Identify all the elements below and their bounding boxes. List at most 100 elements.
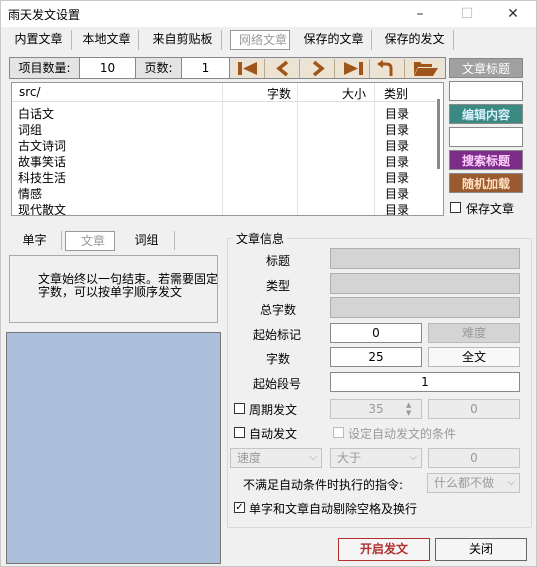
first-page-button[interactable] [231, 59, 265, 78]
prev-page-icon [276, 60, 289, 77]
tab-local[interactable]: 本地文章 [75, 30, 139, 50]
stepper-arrows-icon[interactable]: ▲ ▼ [406, 401, 411, 417]
not-met-label: 不满足自动条件时执行的指令: [243, 478, 404, 492]
auto-condition-label: 设定自动发文的条件 [348, 427, 457, 441]
list-item[interactable]: 故事笑话 目录 [12, 154, 436, 170]
tab-single-char[interactable]: 单字 [8, 231, 62, 250]
tab-article[interactable]: 文章 [65, 231, 115, 251]
item-name: 词组 [18, 123, 43, 137]
chars-label: 字数 [265, 352, 290, 366]
item-type: 目录 [385, 203, 410, 216]
start-mark-input[interactable]: 0 [330, 323, 422, 343]
back-button[interactable] [371, 59, 405, 78]
item-count-label: 项目数量: [10, 58, 80, 78]
list-item[interactable]: 科技生活 目录 [12, 170, 436, 186]
title-label: 标题 [265, 254, 290, 268]
window-title: 雨天发文设置 [8, 8, 81, 22]
start-paragraph-input[interactable]: 1 [330, 372, 520, 392]
strip-whitespace-checkbox[interactable]: ✓ [234, 502, 245, 513]
speed-select[interactable]: 速度 ⌵ [230, 448, 322, 468]
open-folder-button[interactable] [406, 59, 444, 78]
type-label: 类型 [265, 279, 290, 293]
undo-arrow-icon [377, 60, 393, 76]
next-page-button[interactable] [301, 59, 335, 78]
list-item[interactable]: 古文诗词 目录 [12, 138, 436, 154]
save-article-label: 保存文章 [466, 202, 515, 216]
condition-value-input[interactable]: 0 [428, 448, 520, 468]
auto-condition-checkbox[interactable] [333, 427, 344, 438]
close-window-button[interactable]: ✕ [490, 1, 536, 27]
minimize-button[interactable]: – [397, 1, 443, 27]
chevron-down-icon: ⌵ [507, 477, 515, 488]
item-type: 目录 [385, 171, 410, 185]
list-item[interactable]: 词组 目录 [12, 122, 436, 138]
difficulty-button[interactable]: 难度 [428, 323, 520, 343]
tab-builtin[interactable]: 内置文章 [6, 30, 72, 50]
list-item[interactable]: 情感 目录 [12, 186, 436, 202]
article-info-title: 文章信息 [233, 230, 288, 247]
chevron-down-icon: ⌵ [309, 452, 317, 463]
item-name: 情感 [18, 187, 43, 201]
item-name: 科技生活 [18, 171, 67, 185]
item-type: 目录 [385, 155, 410, 169]
close-button[interactable]: 关闭 [435, 538, 527, 561]
item-count-value: 10 [80, 58, 136, 78]
prev-page-button[interactable] [266, 59, 300, 78]
full-text-button[interactable]: 全文 [428, 347, 520, 367]
title-bar: 雨天发文设置 – ☐ ✕ [1, 1, 536, 27]
column-header-size[interactable]: 大小 [342, 85, 366, 102]
tab-saved-articles[interactable]: 保存的文章 [296, 30, 372, 50]
auto-label: 自动发文 [249, 427, 298, 441]
tab-clipboard[interactable]: 来自剪贴板 [144, 30, 222, 50]
speed-select-value: 速度 [237, 451, 262, 465]
chevron-down-icon: ⌵ [409, 452, 417, 463]
item-type: 目录 [385, 123, 410, 137]
message-text: 文章始终以一句结束。若需要固定字数，可以按单字顺序发文 [38, 272, 219, 299]
last-page-button[interactable] [336, 59, 370, 78]
chars-input[interactable]: 25 [330, 347, 422, 367]
tab-network[interactable]: 网络文章 [230, 30, 290, 50]
fallback-action-select[interactable]: 什么都不做 ⌵ [427, 473, 520, 493]
total-chars-field [330, 297, 520, 318]
edit-content-button[interactable]: 编辑内容 [449, 104, 523, 124]
save-article-checkbox[interactable] [450, 202, 461, 213]
periodic-checkbox[interactable] [234, 403, 245, 414]
title-field [330, 248, 520, 269]
maximize-button[interactable]: ☐ [444, 1, 490, 27]
fallback-action-value: 什么都不做 [434, 476, 495, 490]
item-type: 目录 [385, 139, 410, 153]
auto-checkbox[interactable] [234, 427, 245, 438]
start-mark-label: 起始标记 [252, 328, 301, 342]
list-item[interactable]: 白话文 目录 [12, 106, 436, 122]
list-item[interactable]: 现代散文 目录 [12, 202, 436, 216]
item-name: 故事笑话 [18, 155, 67, 169]
start-paragraph-label: 起始段号 [252, 377, 301, 391]
strip-whitespace-label: 单字和文章自动剔除空格及换行 [249, 502, 418, 516]
item-type: 目录 [385, 107, 410, 121]
title-input[interactable] [449, 81, 523, 101]
list-scrollbar[interactable] [437, 99, 440, 169]
total-chars-label: 总字数 [259, 303, 296, 317]
pages-label: 页数: [136, 58, 182, 78]
preview-area [6, 332, 221, 564]
message-box: 文章始终以一句结束。若需要固定字数，可以按单字顺序发文 [9, 255, 218, 323]
compare-select[interactable]: 大于 ⌵ [330, 448, 422, 468]
random-load-button[interactable]: 随机加载 [449, 173, 523, 193]
start-posting-button[interactable]: 开启发文 [338, 538, 430, 561]
column-header-type[interactable]: 类别 [384, 85, 408, 102]
tab-phrase[interactable]: 词组 [119, 231, 175, 250]
article-title-button[interactable]: 文章标题 [449, 58, 523, 78]
item-name: 现代散文 [18, 203, 67, 216]
item-name: 白话文 [18, 107, 55, 121]
column-header-src[interactable]: src/ [19, 85, 41, 99]
search-input[interactable] [449, 127, 523, 147]
periodic-extra-input[interactable]: 0 [428, 399, 520, 419]
column-header-chars[interactable]: 字数 [267, 85, 291, 102]
type-field [330, 273, 520, 294]
last-page-icon [344, 62, 363, 75]
next-page-icon [312, 60, 325, 77]
search-title-button[interactable]: 搜索标题 [449, 150, 523, 170]
article-list[interactable]: src/ 字数 大小 类别 白话文 目录 词组 目录 古文诗词 目录 故事笑话 … [11, 82, 444, 216]
tab-saved-posts[interactable]: 保存的发文 [376, 30, 454, 50]
folder-icon [414, 62, 438, 76]
